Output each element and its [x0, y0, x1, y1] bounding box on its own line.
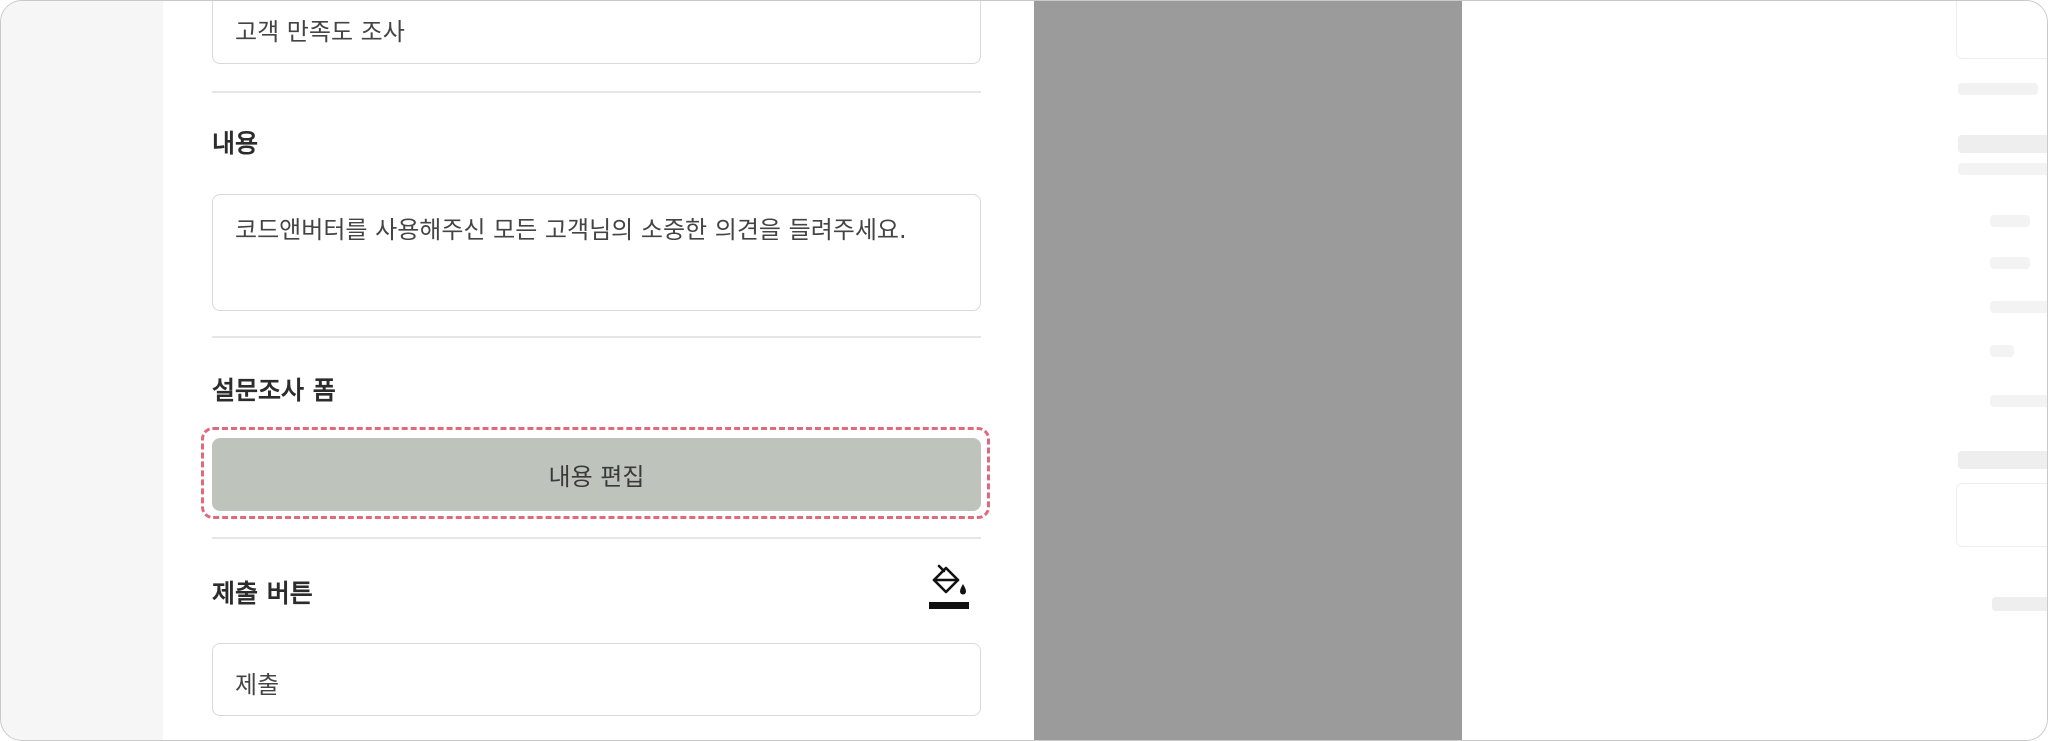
faded-heading — [1958, 135, 2047, 153]
faded-option — [1990, 395, 2047, 407]
divider — [212, 336, 981, 338]
content-textarea[interactable]: 코드앤버터를 사용해주신 모든 고객님의 소중한 의견을 들려주세요. — [212, 194, 981, 311]
button-color-picker[interactable] — [925, 558, 971, 610]
faded-input — [1956, 483, 2047, 547]
survey-form-label: 설문조사 폼 — [212, 376, 336, 405]
faded-option — [1990, 345, 2014, 357]
submit-text-input[interactable]: 제출 — [212, 643, 981, 716]
left-margin — [1, 1, 163, 740]
preview-overlay — [1034, 1, 1462, 740]
title-input[interactable]: 고객 만족도 조사 — [212, 1, 981, 64]
submit-button-label: 제출 버튼 — [212, 579, 313, 608]
faded-heading — [1958, 451, 2047, 469]
faded-option — [1990, 215, 2030, 227]
faded-text — [1958, 163, 2047, 175]
faded-button — [1992, 597, 2047, 611]
paint-bucket-icon — [932, 564, 966, 595]
selected-color-swatch — [929, 602, 969, 609]
faded-text — [1958, 83, 2038, 95]
faded-input — [1956, 1, 2047, 59]
settings-panel: 고객 만족도 조사 내용 코드앤버터를 사용해주신 모든 고객님의 소중한 의견… — [163, 1, 1034, 740]
preview-pane — [1462, 1, 2047, 740]
app-window: 고객 만족도 조사 내용 코드앤버터를 사용해주신 모든 고객님의 소중한 의견… — [0, 0, 2048, 741]
faded-option — [1990, 257, 2030, 269]
divider — [212, 537, 981, 539]
divider — [212, 91, 981, 93]
content-label: 내용 — [212, 129, 259, 158]
faded-option — [1990, 301, 2047, 313]
edit-content-button[interactable]: 내용 편집 — [212, 438, 981, 511]
